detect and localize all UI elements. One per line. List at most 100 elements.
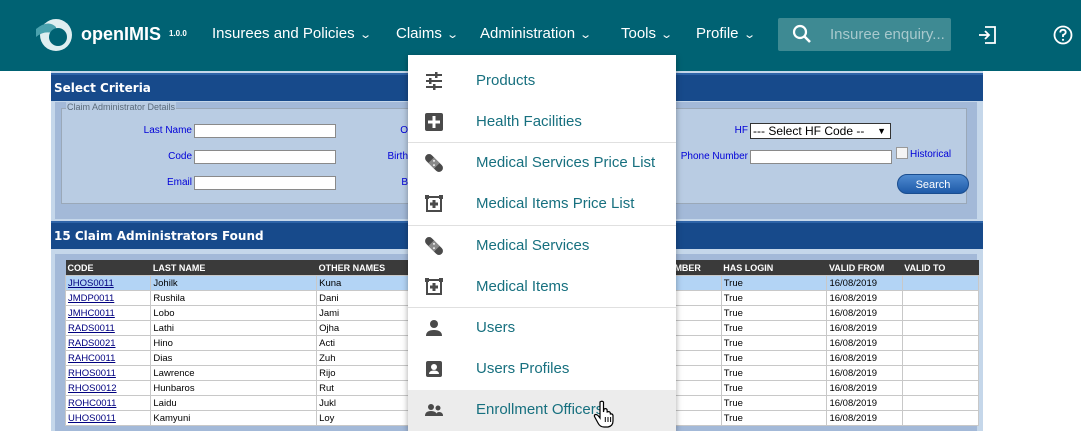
nav-profile[interactable]: Profile ⌄ — [696, 25, 756, 42]
help-icon[interactable] — [1053, 25, 1073, 45]
valid-to-cell — [901, 290, 980, 306]
logout-icon[interactable] — [977, 25, 997, 45]
chevron-down-icon: ⌄ — [742, 29, 756, 41]
phone-number-input[interactable] — [750, 150, 892, 164]
medical-plus-icon — [424, 112, 444, 132]
last-name-cell: Johilk — [150, 275, 318, 291]
menu-item-medical-services[interactable]: Medical Services — [408, 226, 676, 267]
email-label: Email — [166, 177, 192, 188]
nav-label: Claims — [396, 25, 442, 42]
valid-to-cell — [901, 395, 980, 411]
hand-pointer-cursor-icon — [593, 400, 614, 428]
insuree-enquiry-search[interactable] — [778, 18, 951, 51]
menu-item-label: Users — [476, 319, 516, 336]
code-cell[interactable]: JHOS0011 — [64, 275, 152, 291]
medical-item-icon — [424, 194, 444, 214]
sliders-icon — [424, 71, 444, 91]
phone-cell — [671, 395, 722, 411]
menu-item-users[interactable]: Users — [408, 308, 676, 349]
col-header-code[interactable]: CODE — [65, 260, 151, 276]
col-header-valid-to[interactable]: VALID TO — [902, 260, 979, 276]
menu-separator — [408, 307, 676, 308]
code-cell[interactable]: RAHC0011 — [64, 350, 152, 366]
has-login-cell: True — [720, 365, 828, 381]
valid-to-cell — [901, 380, 980, 396]
col-header-phone-number[interactable]: MBER — [672, 260, 722, 276]
menu-item-label: Health Facilities — [476, 113, 582, 130]
search-button[interactable]: Search — [897, 174, 969, 194]
other-names-label: O — [400, 125, 408, 136]
last-name-cell: Rushila — [150, 290, 318, 306]
has-login-cell: True — [720, 350, 828, 366]
menu-item-users-profiles[interactable]: Users Profiles — [408, 349, 676, 390]
col-header-has-login[interactable]: HAS LOGIN — [721, 260, 827, 276]
last-name-cell: Hunbaros — [150, 380, 318, 396]
valid-to-cell — [901, 275, 980, 291]
chevron-down-icon: ⌄ — [446, 29, 459, 41]
valid-from-cell: 16/08/2019 — [826, 320, 903, 336]
hf-code-select[interactable]: --- Select HF Code -- ▼ — [750, 123, 891, 139]
menu-item-label: Products — [476, 72, 536, 89]
menu-item-medical-items-price-list[interactable]: Medical Items Price List — [408, 184, 676, 225]
code-cell[interactable]: RADS0011 — [64, 320, 152, 336]
menu-item-health-facilities[interactable]: Health Facilities — [408, 102, 676, 143]
nav-label: Tools — [621, 25, 657, 42]
nav-label: Administration — [480, 25, 576, 42]
b-label: B — [401, 177, 408, 188]
nav-claims[interactable]: Claims ⌄ — [396, 25, 459, 42]
menu-item-products[interactable]: Products — [408, 61, 676, 102]
search-icon[interactable] — [792, 24, 812, 44]
code-cell[interactable]: RHOS0012 — [64, 380, 152, 396]
menu-item-medical-items[interactable]: Medical Items — [408, 267, 676, 308]
col-header-valid-from[interactable]: VALID FROM — [826, 260, 903, 276]
last-name-cell: Dias — [150, 350, 318, 366]
fieldset-legend: Claim Administrator Details — [66, 102, 177, 112]
email-input[interactable] — [194, 176, 336, 190]
phone-cell — [671, 380, 722, 396]
menu-separator — [408, 142, 676, 143]
last-name-input[interactable] — [194, 124, 336, 138]
col-header-last-name[interactable]: LAST NAME — [150, 260, 317, 276]
code-cell[interactable]: JMHC0011 — [64, 305, 152, 321]
birth-date-label: Birth — [387, 151, 408, 162]
code-cell[interactable]: UHOS0011 — [64, 410, 152, 426]
code-cell[interactable]: ROHC0011 — [64, 395, 152, 411]
phone-cell — [671, 410, 722, 426]
code-cell[interactable]: JMDP0011 — [64, 290, 152, 306]
menu-item-medical-services-price-list[interactable]: Medical Services Price List — [408, 143, 676, 184]
valid-from-cell: 16/08/2019 — [826, 305, 903, 321]
code-label: Code — [168, 151, 192, 162]
phone-cell — [671, 275, 722, 291]
insuree-enquiry-input[interactable] — [830, 24, 948, 44]
bandage-icon — [424, 153, 444, 173]
valid-to-cell — [901, 305, 980, 321]
menu-separator — [408, 225, 676, 226]
has-login-cell: True — [720, 410, 828, 426]
code-input[interactable] — [194, 150, 336, 164]
brand-name[interactable]: openIMIS — [81, 24, 161, 45]
valid-from-cell: 16/08/2019 — [826, 350, 903, 366]
has-login-cell: True — [720, 290, 828, 306]
menu-item-enrollment-officers[interactable]: Enrollment Officers — [408, 390, 676, 431]
code-cell[interactable]: RADS0021 — [64, 335, 152, 351]
nav-insurees-and-policies[interactable]: Insurees and Policies ⌄ — [212, 25, 372, 42]
nav-tools[interactable]: Tools ⌄ — [621, 25, 673, 42]
profile-card-icon — [424, 359, 444, 379]
menu-item-label: Medical Items Price List — [476, 195, 635, 212]
last-name-cell: Kamyuni — [150, 410, 318, 426]
historical-checkbox[interactable] — [896, 147, 908, 159]
menu-item-label: Medical Items — [476, 278, 569, 295]
valid-from-cell: 16/08/2019 — [826, 365, 903, 381]
openimis-logo-icon[interactable] — [34, 15, 74, 55]
valid-to-cell — [901, 320, 980, 336]
hf-label: HF — [734, 125, 748, 136]
nav-label: Insurees and Policies — [212, 25, 355, 42]
valid-from-cell: 16/08/2019 — [826, 290, 903, 306]
phone-cell — [671, 290, 722, 306]
menu-item-label: Medical Services Price List — [476, 154, 656, 171]
nav-administration[interactable]: Administration ⌄ — [480, 25, 593, 42]
hf-select-value: --- Select HF Code -- — [753, 124, 865, 138]
code-cell[interactable]: RHOS0011 — [64, 365, 152, 381]
valid-from-cell: 16/08/2019 — [826, 410, 903, 426]
chevron-down-icon: ⌄ — [579, 29, 593, 41]
